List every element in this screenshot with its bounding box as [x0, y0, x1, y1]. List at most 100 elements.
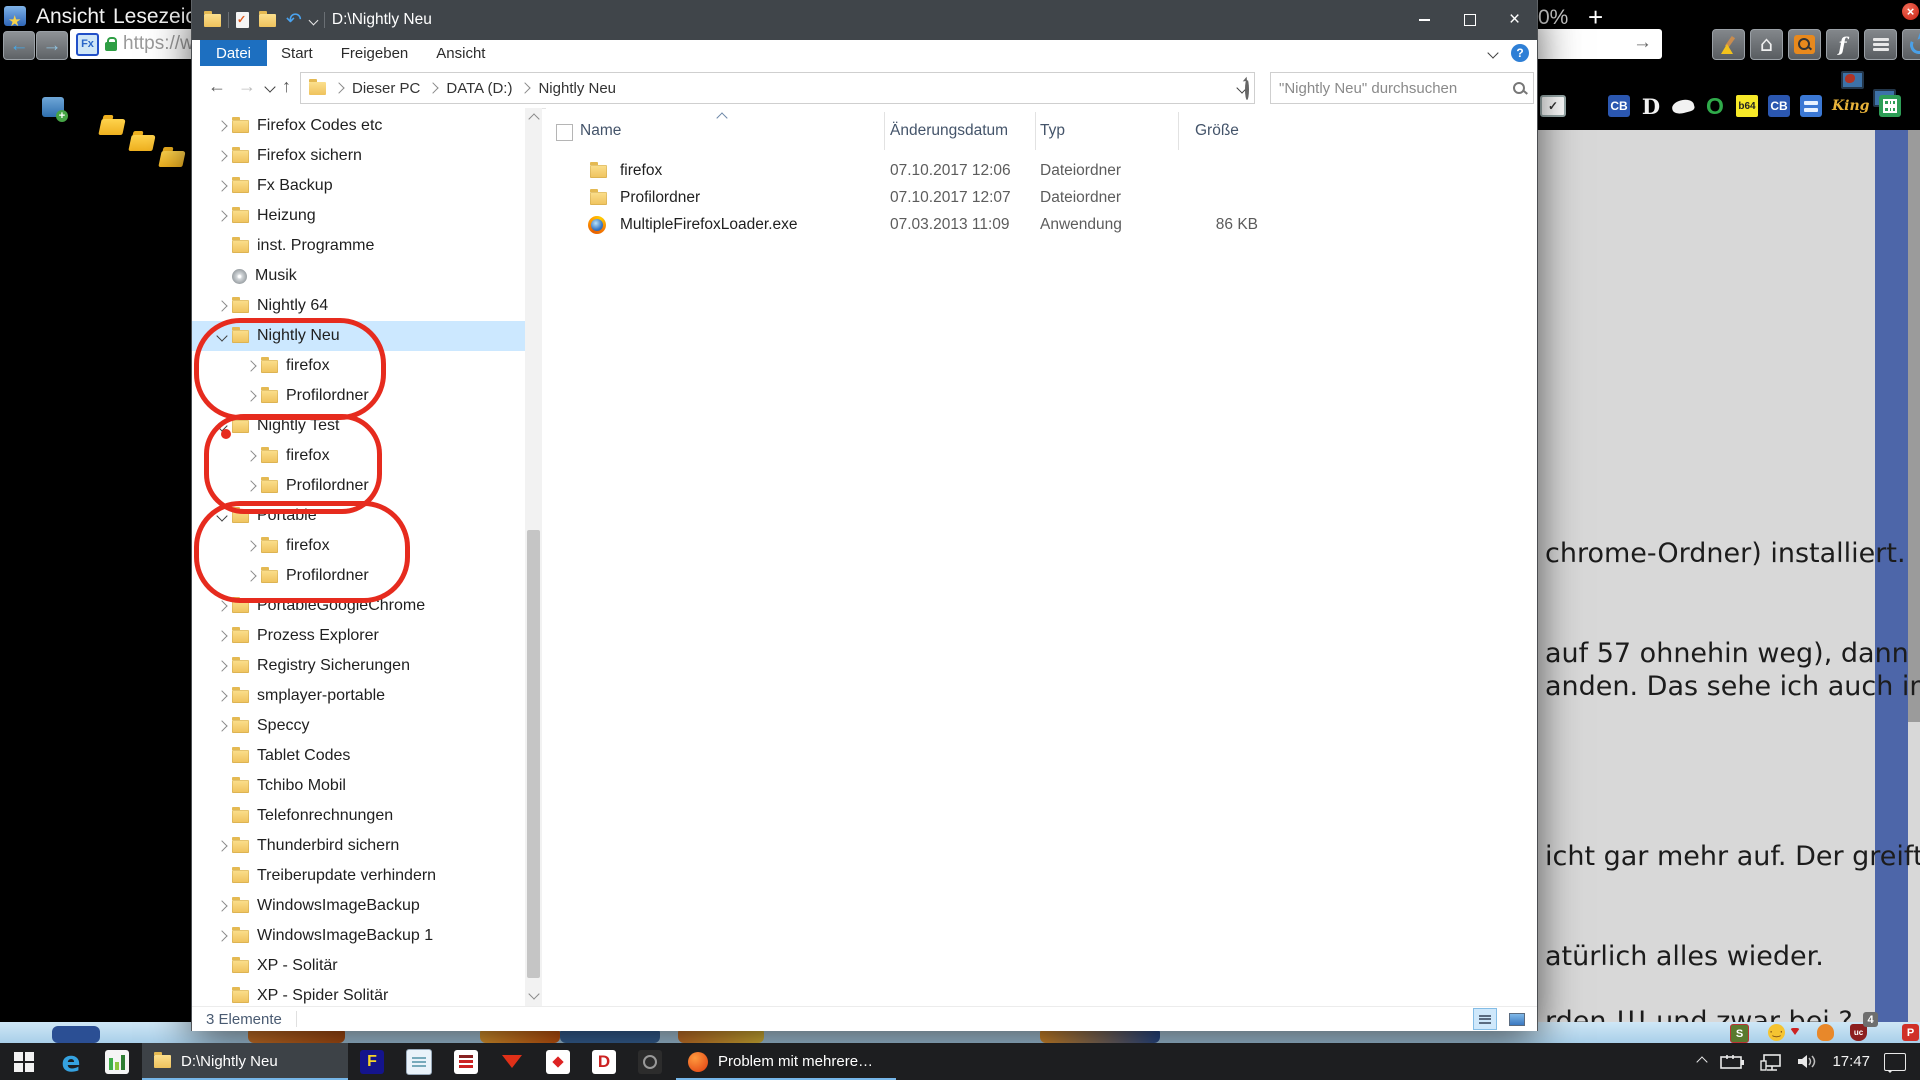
tree-item[interactable]: firefox: [192, 531, 525, 561]
tab-freigeben[interactable]: Freigeben: [327, 40, 423, 66]
start-button[interactable]: [0, 1043, 48, 1080]
column-date[interactable]: Änderungsdatum: [890, 122, 1008, 140]
title-bar[interactable]: ↶ D:\Nightly Neu ×: [192, 0, 1537, 40]
tree-item[interactable]: Portable: [192, 501, 525, 531]
list-icon[interactable]: [1864, 29, 1897, 60]
close-button[interactable]: ×: [1492, 0, 1537, 40]
tree-item[interactable]: WindowsImageBackup: [192, 891, 525, 921]
nav-up-button[interactable]: ↑: [282, 77, 291, 95]
cb-badge-icon[interactable]: CB: [1768, 95, 1790, 117]
monitor-icon[interactable]: [1841, 71, 1864, 89]
tree-item[interactable]: Firefox Codes etc: [192, 111, 525, 141]
dove-icon[interactable]: [1671, 97, 1696, 115]
scroll-down-icon[interactable]: [528, 988, 539, 999]
letter-d-icon[interactable]: D: [1640, 95, 1662, 117]
tree-item[interactable]: Musik: [192, 261, 525, 291]
thumbnail-view-button[interactable]: [1505, 1008, 1529, 1030]
task-button-explorer[interactable]: D:\Nightly Neu: [142, 1043, 348, 1080]
checkbox-icon[interactable]: ✓: [1540, 95, 1566, 117]
tree-item[interactable]: Firefox sichern: [192, 141, 525, 171]
chevron-right-icon[interactable]: [216, 150, 227, 161]
tree-item[interactable]: Profilordner: [192, 381, 525, 411]
addon-s-icon[interactable]: S: [1730, 1024, 1749, 1043]
chevron-right-icon[interactable]: [216, 690, 227, 701]
chevron-down-icon[interactable]: [216, 510, 227, 521]
chevron-right-icon[interactable]: [216, 300, 227, 311]
chevron-right-icon[interactable]: [216, 210, 227, 221]
tree-item[interactable]: Profilordner: [192, 471, 525, 501]
tree-scrollbar-thumb[interactable]: [527, 530, 540, 978]
chevron-right-icon[interactable]: [216, 840, 227, 851]
chevron-right-icon[interactable]: [216, 930, 227, 941]
new-folder-icon[interactable]: [259, 14, 276, 27]
close-tab-icon[interactable]: ×: [1902, 3, 1919, 20]
taskbar-d-icon[interactable]: D: [592, 1050, 616, 1074]
tree-item[interactable]: smplayer-portable: [192, 681, 525, 711]
tree-item[interactable]: Speccy: [192, 711, 525, 741]
flash-icon[interactable]: f: [1826, 29, 1859, 60]
chevron-right-icon[interactable]: [245, 480, 256, 491]
details-view-button[interactable]: [1473, 1008, 1497, 1030]
chevron-right-icon[interactable]: [245, 390, 256, 401]
tree-item[interactable]: firefox: [192, 351, 525, 381]
nav-history-dropdown-icon[interactable]: [264, 81, 275, 92]
tree-item[interactable]: Registry Sicherungen: [192, 651, 525, 681]
window-list-icon[interactable]: [1800, 95, 1822, 117]
chevron-right-icon[interactable]: [245, 360, 256, 371]
tree-item[interactable]: Prozess Explorer: [192, 621, 525, 651]
column-size[interactable]: Größe: [1195, 122, 1239, 140]
taskbar-notepad-icon[interactable]: [406, 1049, 432, 1075]
add-bookmark-icon[interactable]: [42, 97, 64, 117]
b64-badge-icon[interactable]: b64: [1736, 95, 1758, 117]
chevron-right-icon[interactable]: [216, 120, 227, 131]
home-icon[interactable]: ⌂: [1750, 29, 1783, 60]
taskbar-edge-icon[interactable]: e: [48, 1043, 94, 1080]
taskbar-doc-icon[interactable]: [454, 1050, 478, 1074]
tree-item[interactable]: Thunderbird sichern: [192, 831, 525, 861]
maximize-button[interactable]: [1447, 0, 1492, 40]
ribbon-collapse-icon[interactable]: [1487, 47, 1498, 58]
menu-ansicht[interactable]: Ansicht: [36, 5, 105, 29]
chevron-right-icon[interactable]: [245, 540, 256, 551]
smiley-icon[interactable]: ·‿·: [1768, 1024, 1785, 1041]
network-icon[interactable]: [1760, 1053, 1782, 1071]
windows-logo-icon[interactable]: [1576, 95, 1598, 117]
go-arrow-icon[interactable]: →: [1633, 32, 1652, 54]
browser-forward-button[interactable]: →: [36, 31, 68, 60]
fox-icon[interactable]: [1817, 1024, 1834, 1041]
url-bar-end[interactable]: →: [1537, 29, 1662, 59]
search-box[interactable]: "Nightly Neu" durchsuchen: [1270, 72, 1534, 104]
chevron-right-icon[interactable]: [216, 900, 227, 911]
tree-item[interactable]: Nightly 64: [192, 291, 525, 321]
addon-p-icon[interactable]: P: [1902, 1024, 1919, 1041]
tree-item[interactable]: Tablet Codes: [192, 741, 525, 771]
king-logo-icon[interactable]: King: [1832, 95, 1869, 117]
breadcrumb-dieser-pc[interactable]: Dieser PC: [352, 80, 420, 97]
file-row[interactable]: Profilordner07.10.2017 12:07Dateiordner: [546, 185, 1537, 212]
chevron-right-icon[interactable]: [216, 630, 227, 641]
taskbar-download-icon[interactable]: [500, 1050, 524, 1074]
table-grid-icon[interactable]: [1879, 95, 1901, 117]
bookmark-folder-icon[interactable]: [128, 135, 155, 151]
tree-item[interactable]: Fx Backup: [192, 171, 525, 201]
minimize-button[interactable]: [1402, 0, 1447, 40]
bookmark-folder-icon[interactable]: [158, 151, 185, 167]
tree-item[interactable]: XP - Solitär: [192, 951, 525, 981]
url-bar[interactable]: Fx https://w: [70, 29, 212, 59]
chevron-right-icon[interactable]: [216, 600, 227, 611]
scroll-up-icon[interactable]: [528, 113, 539, 124]
tree-item[interactable]: PortableGoogleChrome: [192, 591, 525, 621]
tree-item[interactable]: Treiberupdate verhindern: [192, 861, 525, 891]
address-bar[interactable]: Dieser PC DATA (D:) Nightly Neu: [300, 72, 1255, 104]
dropdown-red-icon[interactable]: [1790, 1028, 1800, 1040]
quick-access-dropdown-icon[interactable]: [308, 15, 318, 25]
tab-start[interactable]: Start: [267, 40, 327, 66]
refresh-icon[interactable]: [1902, 29, 1920, 60]
tree-item[interactable]: WindowsImageBackup 1: [192, 921, 525, 951]
taskbar-cards-icon[interactable]: [546, 1050, 570, 1074]
tree-item[interactable]: XP - Spider Solitär: [192, 981, 525, 1006]
cb-badge-icon[interactable]: CB: [1608, 95, 1630, 117]
chevron-right-icon[interactable]: [216, 720, 227, 731]
column-name[interactable]: Name: [580, 122, 621, 140]
chevron-right-icon[interactable]: [216, 180, 227, 191]
